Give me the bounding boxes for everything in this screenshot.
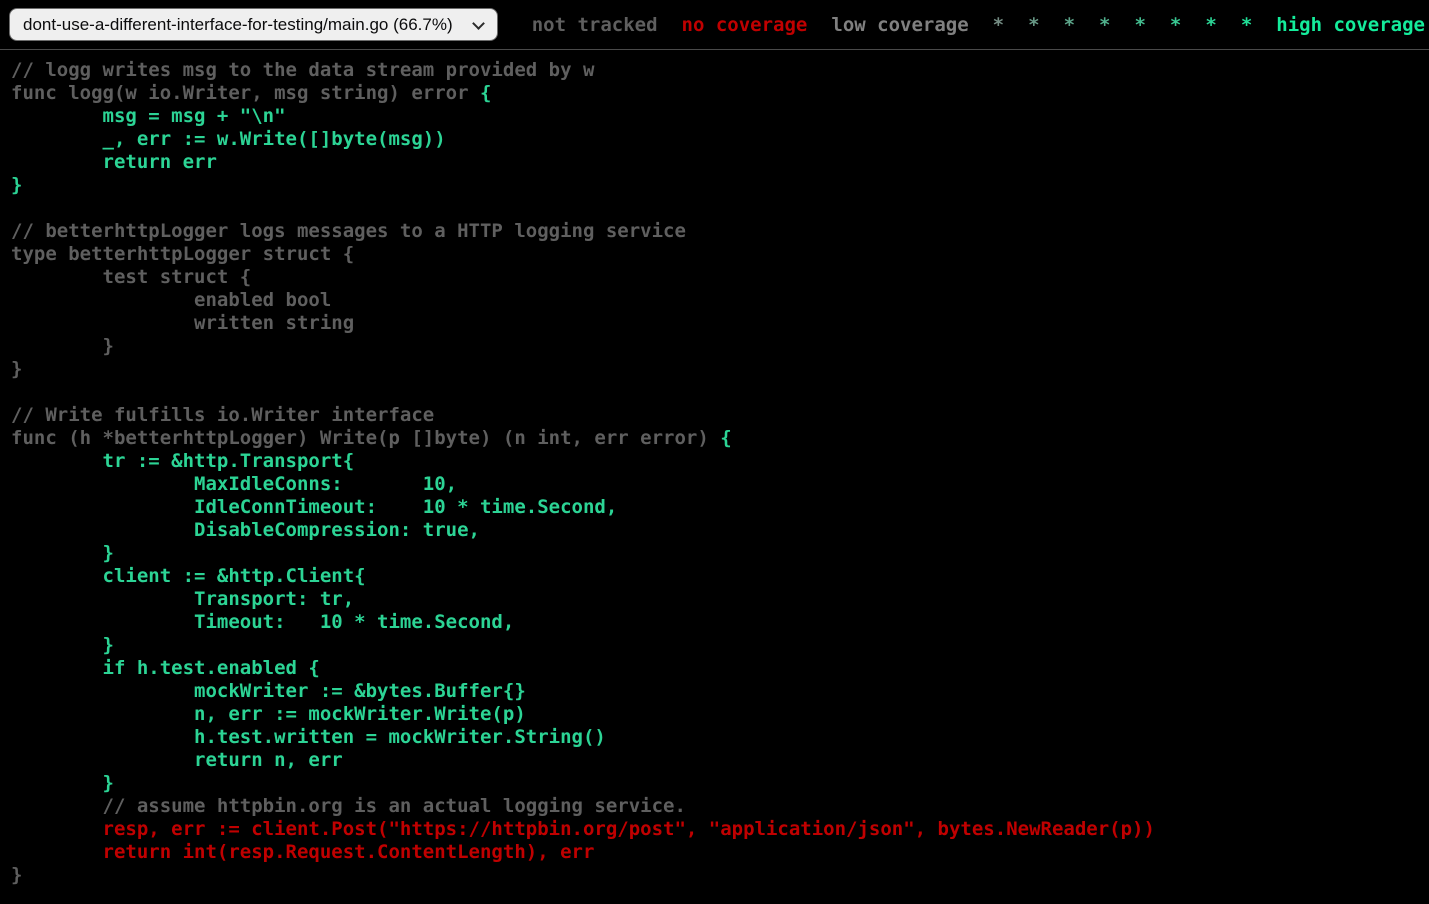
code-line: } <box>11 864 1429 887</box>
code-line: func (h *betterhttpLogger) Write(p []byt… <box>11 427 1429 450</box>
code-line <box>11 381 1429 404</box>
code-line: return err <box>11 151 1429 174</box>
coverage-legend: not tracked no coverage low coverage ***… <box>520 14 1427 36</box>
code-line: type betterhttpLogger struct { <box>11 243 1429 266</box>
file-selector[interactable]: dont-use-a-different-interface-for-testi… <box>9 8 498 41</box>
code-line: // Write fulfills io.Writer interface <box>11 404 1429 427</box>
code-line: MaxIdleConns: 10, <box>11 473 1429 496</box>
legend-star: * <box>993 14 1004 36</box>
code-line: enabled bool <box>11 289 1429 312</box>
legend-high-coverage: high coverage <box>1276 14 1425 36</box>
code-line: Timeout: 10 * time.Second, <box>11 611 1429 634</box>
code-line: // assume httpbin.org is an actual loggi… <box>11 795 1429 818</box>
file-selector-wrap: dont-use-a-different-interface-for-testi… <box>9 8 498 41</box>
legend-no-coverage: no coverage <box>682 14 808 36</box>
code-line: h.test.written = mockWriter.String() <box>11 726 1429 749</box>
legend-star: * <box>1241 14 1252 36</box>
code-line: } <box>11 634 1429 657</box>
legend-low-coverage: low coverage <box>831 14 968 36</box>
code-line: written string <box>11 312 1429 335</box>
legend-star: * <box>1170 14 1181 36</box>
code-line: _, err := w.Write([]byte(msg)) <box>11 128 1429 151</box>
legend-star: * <box>1064 14 1075 36</box>
code-line: client := &http.Client{ <box>11 565 1429 588</box>
legend-star: * <box>1028 14 1039 36</box>
code-line: func logg(w io.Writer, msg string) error… <box>11 82 1429 105</box>
code-line <box>11 197 1429 220</box>
code-line: } <box>11 542 1429 565</box>
topbar: dont-use-a-different-interface-for-testi… <box>0 0 1429 50</box>
legend-stars: * * * * * * * * <box>981 14 1265 36</box>
code-line: // betterhttpLogger logs messages to a H… <box>11 220 1429 243</box>
legend-star: * <box>1205 14 1216 36</box>
legend-star: * <box>1099 14 1110 36</box>
code-line: } <box>11 358 1429 381</box>
code-line: // logg writes msg to the data stream pr… <box>11 59 1429 82</box>
code-line: Transport: tr, <box>11 588 1429 611</box>
code: // logg writes msg to the data stream pr… <box>0 50 1429 887</box>
code-line: n, err := mockWriter.Write(p) <box>11 703 1429 726</box>
code-line: if h.test.enabled { <box>11 657 1429 680</box>
code-line: mockWriter := &bytes.Buffer{} <box>11 680 1429 703</box>
code-line: } <box>11 174 1429 197</box>
code-line: return int(resp.Request.ContentLength), … <box>11 841 1429 864</box>
code-line: test struct { <box>11 266 1429 289</box>
legend-not-tracked: not tracked <box>532 14 658 36</box>
legend-star: * <box>1134 14 1145 36</box>
code-line: resp, err := client.Post("https://httpbi… <box>11 818 1429 841</box>
code-line: } <box>11 772 1429 795</box>
code-line: tr := &http.Transport{ <box>11 450 1429 473</box>
code-line: return n, err <box>11 749 1429 772</box>
code-line: DisableCompression: true, <box>11 519 1429 542</box>
code-line: } <box>11 335 1429 358</box>
code-line: msg = msg + "\n" <box>11 105 1429 128</box>
code-line: IdleConnTimeout: 10 * time.Second, <box>11 496 1429 519</box>
